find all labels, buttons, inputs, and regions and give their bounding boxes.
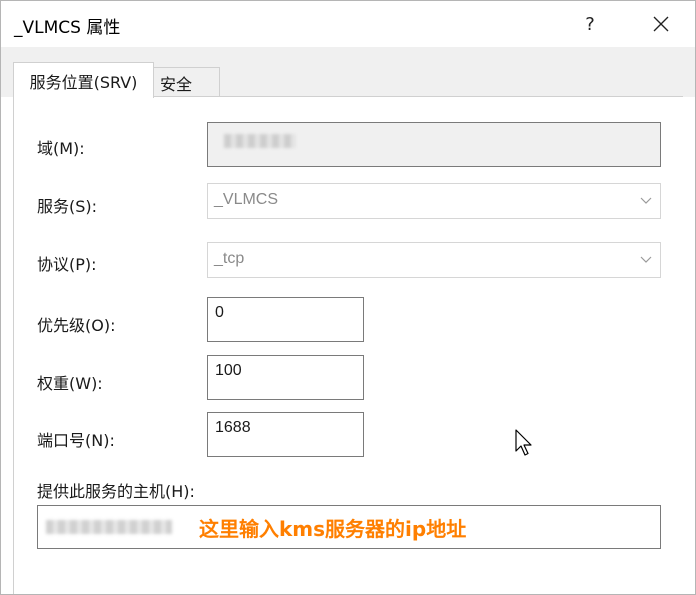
protocol-value: _tcp	[214, 250, 245, 267]
port-label: 端口号(N):	[37, 431, 115, 450]
weight-label: 权重(W):	[37, 374, 103, 393]
redacted-host	[46, 520, 172, 534]
weight-input[interactable]: 100	[207, 355, 364, 400]
protocol-label: 协议(P):	[37, 255, 97, 274]
close-icon	[653, 16, 669, 32]
domain-label: 域(M):	[37, 139, 85, 158]
help-icon: ?	[585, 13, 595, 35]
service-combobox[interactable]: _VLMCS	[207, 183, 661, 219]
properties-dialog: _VLMCS 属性 ? 服务位置(SRV) 安全 域(M): 服务(S): _V…	[0, 0, 696, 595]
chevron-down-icon	[640, 256, 652, 263]
tab-bar: 服务位置(SRV) 安全	[1, 47, 695, 98]
window-title: _VLMCS 属性	[14, 18, 121, 38]
domain-field[interactable]	[207, 122, 661, 167]
service-value: _VLMCS	[214, 191, 279, 208]
protocol-combobox[interactable]: _tcp	[207, 242, 661, 278]
chevron-down-icon	[640, 197, 652, 204]
tab-security[interactable]: 安全	[154, 67, 220, 98]
tab-srv-location[interactable]: 服务位置(SRV)	[13, 62, 154, 98]
priority-label: 优先级(O):	[37, 316, 116, 335]
redacted-domain	[224, 134, 296, 148]
host-annotation: 这里输入kms服务器的ip地址	[199, 517, 467, 541]
priority-input[interactable]: 0	[207, 297, 364, 342]
help-button[interactable]: ?	[567, 1, 613, 47]
port-input[interactable]: 1688	[207, 412, 364, 457]
title-bar: _VLMCS 属性 ?	[1, 1, 695, 47]
close-button[interactable]	[638, 1, 684, 47]
service-label: 服务(S):	[37, 197, 98, 216]
host-label: 提供此服务的主机(H):	[37, 482, 195, 501]
mouse-pointer-icon	[515, 429, 532, 456]
